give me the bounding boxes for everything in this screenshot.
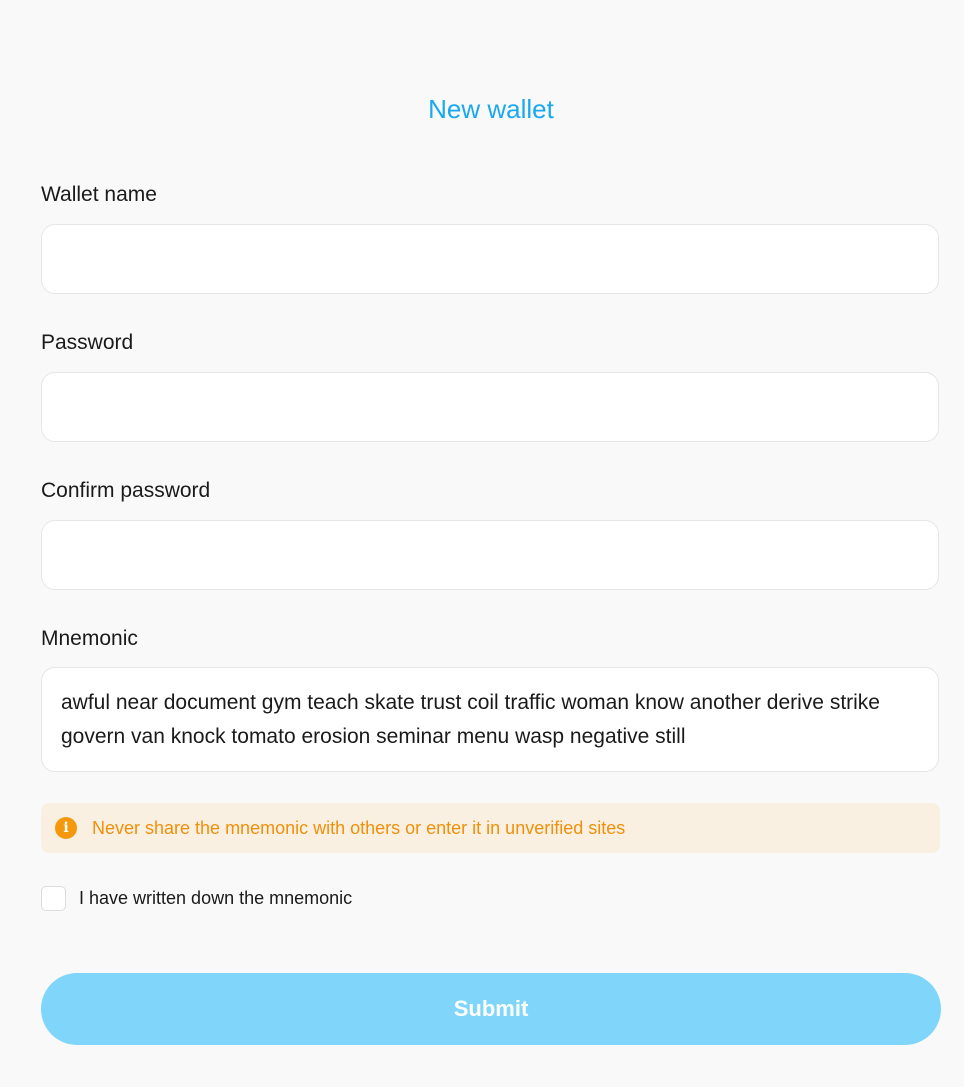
mnemonic-textarea[interactable]: awful near document gym teach skate trus…: [41, 667, 939, 772]
wallet-name-label: Wallet name: [41, 183, 157, 206]
confirm-password-input[interactable]: [41, 520, 939, 590]
password-label: Password: [41, 331, 134, 354]
wallet-name-input[interactable]: [41, 224, 939, 294]
info-icon: i: [55, 817, 77, 839]
acknowledge-checkbox[interactable]: [41, 886, 66, 911]
acknowledge-label[interactable]: I have written down the mnemonic: [79, 888, 352, 909]
mnemonic-warning-banner: i Never share the mnemonic with others o…: [41, 803, 940, 853]
page-title: New wallet: [428, 94, 554, 124]
warning-text: Never share the mnemonic with others or …: [92, 817, 626, 838]
confirm-password-label: Confirm password: [41, 479, 211, 502]
new-wallet-page: New wallet Wallet name Password Confirm …: [0, 0, 964, 1087]
acknowledge-row[interactable]: I have written down the mnemonic: [41, 885, 352, 912]
password-input[interactable]: [41, 372, 939, 442]
mnemonic-label: Mnemonic: [41, 627, 138, 650]
submit-button[interactable]: Submit: [41, 973, 941, 1045]
